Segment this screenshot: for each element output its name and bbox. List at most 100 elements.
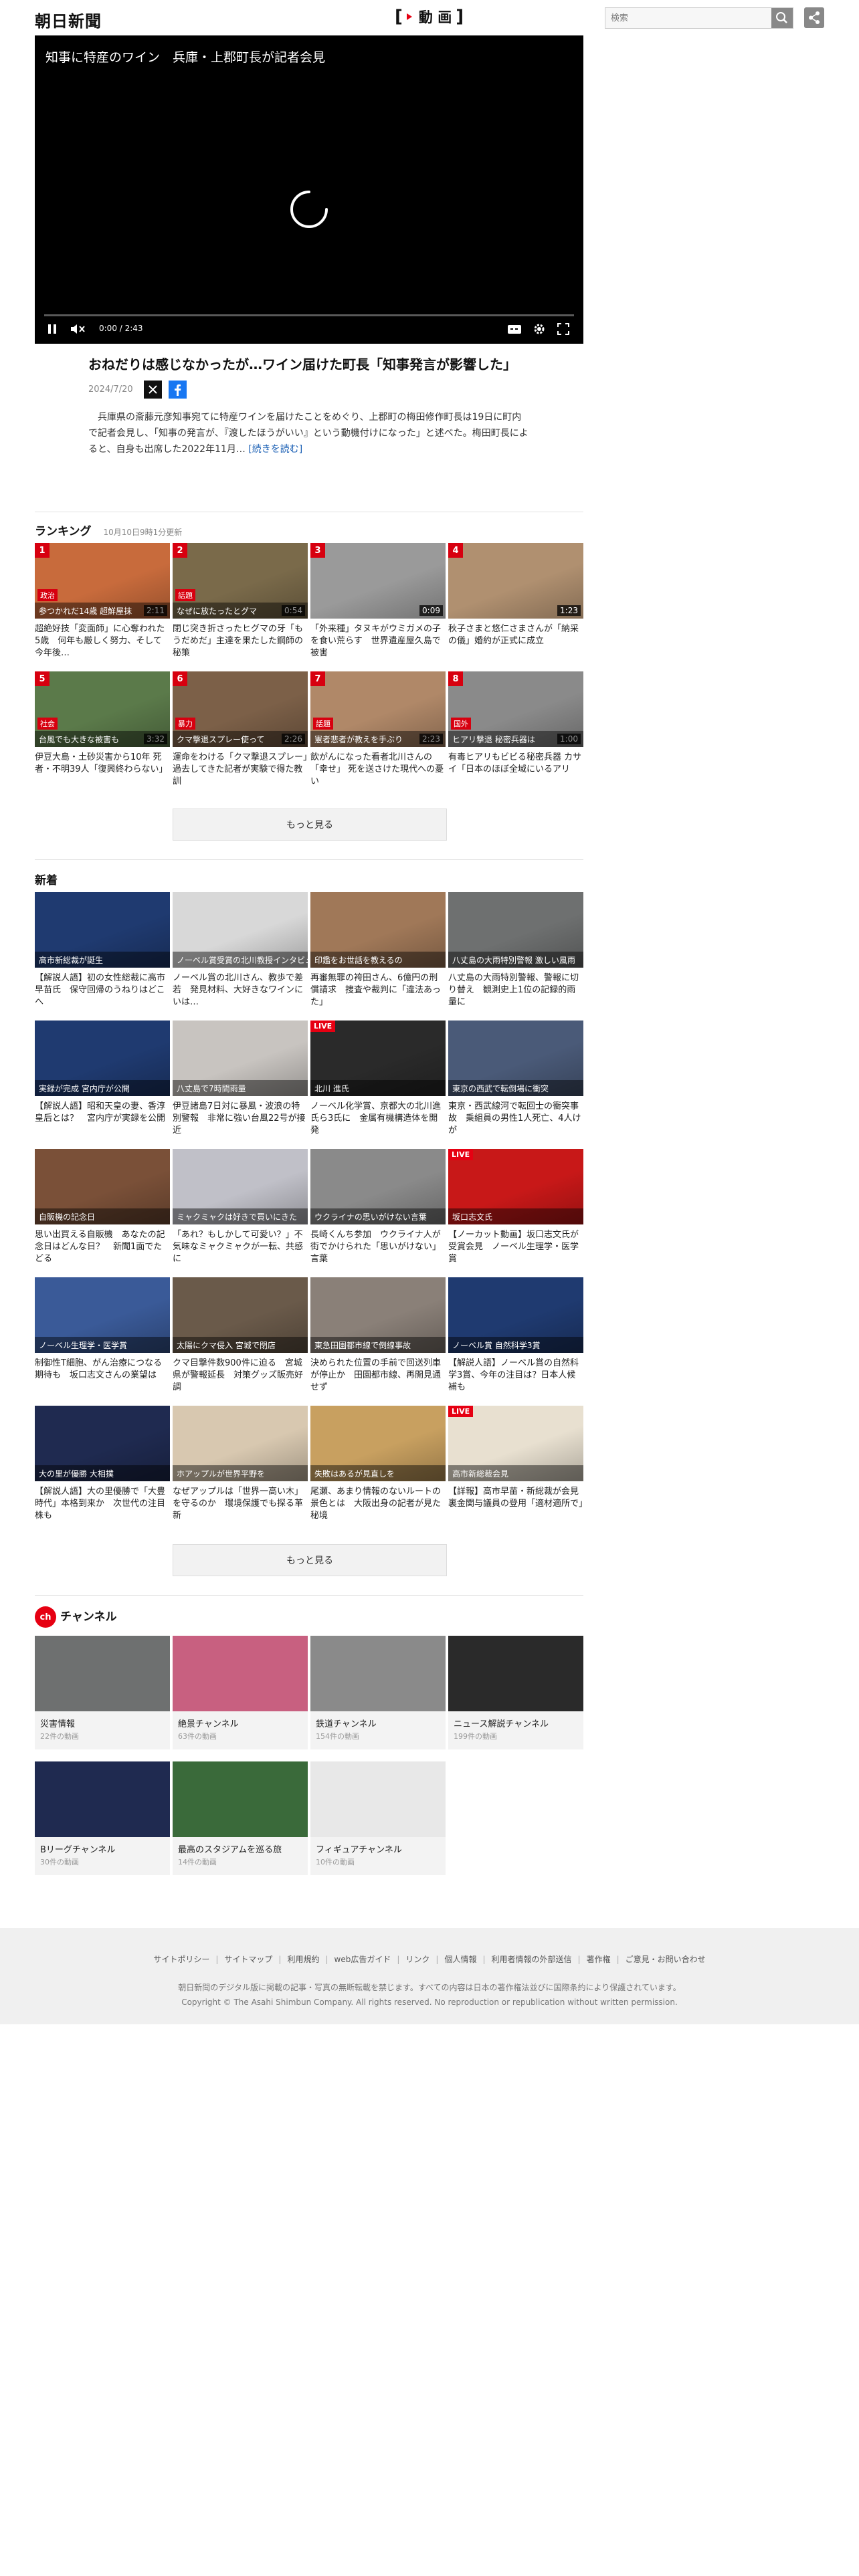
video-title[interactable]: 東京・西武線河で転回士の衝突事故 乗組員の男性1人死亡、4人けが (448, 1101, 583, 1137)
search-input[interactable] (605, 8, 773, 28)
video-card[interactable]: 大の里が優勝 大相撲【解説人語】大の里優勝で「大豊時代」本格到来か 次世代の注目… (35, 1406, 170, 1522)
channel-thumbnail[interactable] (173, 1636, 308, 1711)
video-card[interactable]: ウクライナの思いがけない言葉 長崎くんち参加 ウクライナ人が街でかけられた「思いが… (310, 1149, 446, 1265)
video-thumbnail[interactable]: LIVE 坂口志文氏 (448, 1149, 583, 1224)
footer-link[interactable]: 個人情報 (444, 1955, 476, 1964)
channel-name[interactable]: ニュース解説チャンネル (454, 1717, 578, 1729)
video-title[interactable]: 【解説人語】初の女性総裁に高市早苗氏 保守回帰のうねりはどこへ (35, 972, 170, 1008)
video-card[interactable]: ノーベル賞受賞の北川教授インタビュー ノーベル賞の北川さん、教歩で差若 発見材料、… (173, 892, 308, 1008)
channel-name[interactable]: Bリーグチャンネル (40, 1842, 165, 1855)
video-card[interactable]: 東京の西武で転倒場に衝突東京・西武線河で転回士の衝突事故 乗組員の男性1人死亡、… (448, 1021, 583, 1137)
video-title[interactable]: 有毒ヒアリもビビる秘密兵器 カサイ「日本のほぼ全域にいるアリ (448, 752, 583, 788)
video-thumbnail[interactable]: 印鑑をお世話を教えるの (310, 892, 446, 968)
video-thumbnail[interactable]: 6 2:26 クマ撃退スプレー使って 暴力 (173, 671, 308, 747)
video-card[interactable]: 印鑑をお世話を教えるの再審無罪の袴田さん、6億円の刑償請求 捜査や裁判に「違法あ… (310, 892, 446, 1008)
video-card[interactable]: 8 1:00 ヒアリ撃退 秘密兵器は 国外有毒ヒアリもビビる秘密兵器 カサイ「日本のほ… (448, 671, 583, 788)
video-thumbnail[interactable]: 八丈島で7時間雨量 (173, 1021, 308, 1096)
video-title[interactable]: 【解説人語】ノーベル賞の自然科学3賞、今年の注目は？日本人候補も (448, 1358, 583, 1394)
channel-name[interactable]: 最高のスタジアムを巡る旅 (178, 1842, 302, 1855)
video-thumbnail[interactable]: ノーベル賞受賞の北川教授インタビュー (173, 892, 308, 968)
video-card[interactable]: 失敗はあるが見直しを尾瀬、あまり情報のないルートの景色とは 大阪出身の記者が見た… (310, 1406, 446, 1522)
video-card[interactable]: 3 0:09 「外来種」タヌキがウミガメの子を食い荒らす 世界遺産屋久島で被害 (310, 543, 446, 659)
video-title[interactable]: 尾瀬、あまり情報のないルートの景色とは 大阪出身の記者が見た秘境 (310, 1486, 446, 1522)
channel-card[interactable]: フィギュアチャンネル 10件の動画 (310, 1761, 446, 1875)
video-card[interactable]: 5 3:32 台風でも大きな被害も 社会 伊豆大島・土砂災害から10年 死者・不明39人… (35, 671, 170, 788)
footer-link[interactable]: サイトマップ (224, 1955, 272, 1964)
captions-icon[interactable] (507, 322, 522, 336)
video-title[interactable]: 再審無罪の袴田さん、6億円の刑償請求 捜査や裁判に「違法あった」 (310, 972, 446, 1008)
video-title[interactable]: 秋子さまと悠仁さまさんが「納采の儀」婚約が正式に成立 (448, 623, 583, 659)
channel-name[interactable]: 鉄道チャンネル (316, 1717, 440, 1729)
video-title[interactable]: 八丈島の大雨特別警報、警報に切り替え 観測史上1位の記録的雨量に (448, 972, 583, 1008)
video-card[interactable]: 7 2:23 憲者悲者が教えを手ぶり 話題 飲がんになった看者北川さんの「幸せ」 死を送… (310, 671, 446, 788)
video-title[interactable]: 伊豆大島・土砂災害から10年 死者・不明39人「復興終わらない」 (35, 752, 170, 788)
video-title[interactable]: 運命をわける「クマ撃退スプレー」過去してきた記者が実験で得た教訓 (173, 752, 308, 788)
video-thumbnail[interactable]: 失敗はあるが見直しを (310, 1406, 446, 1481)
video-title[interactable]: 「あれ？もしかして可愛い？」不気味なミャクミャクが一転、共感に (173, 1229, 308, 1265)
video-thumbnail[interactable]: LIVE 北川 進氏 (310, 1021, 446, 1096)
settings-gear-icon[interactable] (533, 322, 546, 336)
channel-thumbnail[interactable] (448, 1636, 583, 1711)
video-card[interactable]: 八丈島の大雨特別警報 激しい風雨八丈島の大雨特別警報、警報に切り替え 観測史上1… (448, 892, 583, 1008)
video-thumbnail[interactable]: 8 1:00 ヒアリ撃退 秘密兵器は 国外 (448, 671, 583, 747)
asahi-logo[interactable]: 朝日新聞 (35, 8, 102, 31)
video-thumbnail[interactable]: 1 2:11 参つかれだ14歳 超鮮屋抹 政治 (35, 543, 170, 619)
video-title[interactable]: 【解説人語】昭和天皇の妻、香淳皇后とは？ 宮内庁が実録を公開 (35, 1101, 170, 1137)
video-title[interactable]: 閉じ突き折さったヒグマの牙「もうだめだ」主達を果たした鋼師の秘策 (173, 623, 308, 659)
video-card[interactable]: 高市新総裁が誕生【解説人語】初の女性総裁に高市早苗氏 保守回帰のうねりはどこへ (35, 892, 170, 1008)
video-title[interactable]: 【解説人語】大の里優勝で「大豊時代」本格到来か 次世代の注目株も (35, 1486, 170, 1522)
footer-link[interactable]: 利用規約 (287, 1955, 319, 1964)
video-thumbnail[interactable]: 3 0:09 (310, 543, 446, 619)
footer-link[interactable]: ご意見・お問い合わせ (626, 1955, 706, 1964)
video-card[interactable]: 自販機の記念日思い出買える自販機 あなたの記念日はどんな日？ 新聞1面でたどる (35, 1149, 170, 1265)
mute-icon[interactable] (70, 322, 86, 336)
footer-link[interactable]: リンク (405, 1955, 430, 1964)
video-title[interactable]: 思い出買える自販機 あなたの記念日はどんな日？ 新聞1面でたどる (35, 1229, 170, 1265)
video-title[interactable]: 伊豆諸島7日対に暴風・波浪の特別警報 非常に強い台風22号が接近 (173, 1101, 308, 1137)
channel-card[interactable]: 最高のスタジアムを巡る旅 14件の動画 (173, 1761, 308, 1875)
video-thumbnail[interactable]: 大の里が優勝 大相撲 (35, 1406, 170, 1481)
video-card[interactable]: 1 2:11 参つかれだ14歳 超鮮屋抹 政治超絶好技「変面師」に心奪われた5歳 何年… (35, 543, 170, 659)
video-card[interactable]: 4 1:23 秋子さまと悠仁さまさんが「納采の儀」婚約が正式に成立 (448, 543, 583, 659)
video-title[interactable]: 【詳報】高市早苗・新総裁が会見 裏金関与議員の登用「適材適所で」 (448, 1486, 583, 1522)
progress-bar[interactable] (44, 314, 574, 316)
video-card[interactable]: 八丈島で7時間雨量伊豆諸島7日対に暴風・波浪の特別警報 非常に強い台風22号が接… (173, 1021, 308, 1137)
video-card[interactable]: 太陽にクマ侵入 宮城で閉店クマ目撃件数900件に迫る 宮城県が警報延長 対策グッ… (173, 1277, 308, 1394)
read-more-link[interactable]: [続きを読む] (248, 444, 302, 455)
video-card[interactable]: ホアップルが世界平野を なぜアップルは「世界一高い木」を守るのか 環境保護でも探る… (173, 1406, 308, 1522)
video-card[interactable]: 2 0:54 なぜに放たったとグマ 話題閉じ突き折さったヒグマの牙「もうだめだ」主達を… (173, 543, 308, 659)
video-thumbnail[interactable]: ミャクミャクは好きで買いにきた (173, 1149, 308, 1224)
video-thumbnail[interactable]: 自販機の記念日 (35, 1149, 170, 1224)
video-card[interactable]: 東急田園都市線で倒線事故 決められた位置の手前で回送列車が停止か 田園都市線、再開… (310, 1277, 446, 1394)
video-card[interactable]: LIVE 高市新総裁会見【詳報】高市早苗・新総裁が会見 裏金関与議員の登用「適材適… (448, 1406, 583, 1522)
video-thumbnail[interactable]: 4 1:23 (448, 543, 583, 619)
video-thumbnail[interactable]: 太陽にクマ侵入 宮城で閉店 (173, 1277, 308, 1353)
channel-name[interactable]: 災害情報 (40, 1717, 165, 1729)
video-title[interactable]: 【ノーカット動画】坂口志文氏が受賞会見 ノーベル生理学・医学賞 (448, 1229, 583, 1265)
video-thumbnail[interactable]: 実録が完成 宮内庁が公開 (35, 1021, 170, 1096)
share-x-button[interactable] (143, 381, 162, 399)
latest-more-button[interactable]: もっと見る (173, 1544, 447, 1576)
channel-thumbnail[interactable] (35, 1761, 170, 1837)
video-card[interactable]: LIVE 北川 進氏 ノーベル化学賞、京都大の北川進氏ら3氏に 金属有機構造体を開発 (310, 1021, 446, 1137)
search-button[interactable] (771, 8, 793, 28)
video-title[interactable]: 「外来種」タヌキがウミガメの子を食い荒らす 世界遺産屋久島で被害 (310, 623, 446, 659)
video-card[interactable]: 6 2:26 クマ撃退スプレー使って 暴力運命をわける「クマ撃退スプレー」過去してきた… (173, 671, 308, 788)
video-card[interactable]: ノーベル賞 自然科学3賞 【解説人語】ノーベル賞の自然科学3賞、今年の注目は？日本… (448, 1277, 583, 1394)
pause-icon[interactable] (45, 322, 59, 336)
video-thumbnail[interactable]: LIVE 高市新総裁会見 (448, 1406, 583, 1481)
channel-name[interactable]: 絶景チャンネル (178, 1717, 302, 1729)
video-thumbnail[interactable]: 2 0:54 なぜに放たったとグマ 話題 (173, 543, 308, 619)
channel-thumbnail[interactable] (310, 1636, 446, 1711)
channel-thumbnail[interactable] (173, 1761, 308, 1837)
video-thumbnail[interactable]: 八丈島の大雨特別警報 激しい風雨 (448, 892, 583, 968)
video-title[interactable]: クマ目撃件数900件に迫る 宮城県が警報延長 対策グッズ販売好調 (173, 1358, 308, 1394)
video-title[interactable]: 超絶好技「変面師」に心奪われた5歳 何年も厳しく努力、そして今年後… (35, 623, 170, 659)
channel-thumbnail[interactable] (310, 1761, 446, 1837)
video-thumbnail[interactable]: 高市新総裁が誕生 (35, 892, 170, 968)
video-thumbnail[interactable]: ウクライナの思いがけない言葉 (310, 1149, 446, 1224)
video-title[interactable]: 制御性T細胞、がん治療につなる期待も 坂口志文さんの業望は (35, 1358, 170, 1394)
video-thumbnail[interactable]: 東京の西武で転倒場に衝突 (448, 1021, 583, 1096)
fullscreen-icon[interactable] (557, 322, 570, 336)
share-facebook-button[interactable] (168, 381, 187, 399)
